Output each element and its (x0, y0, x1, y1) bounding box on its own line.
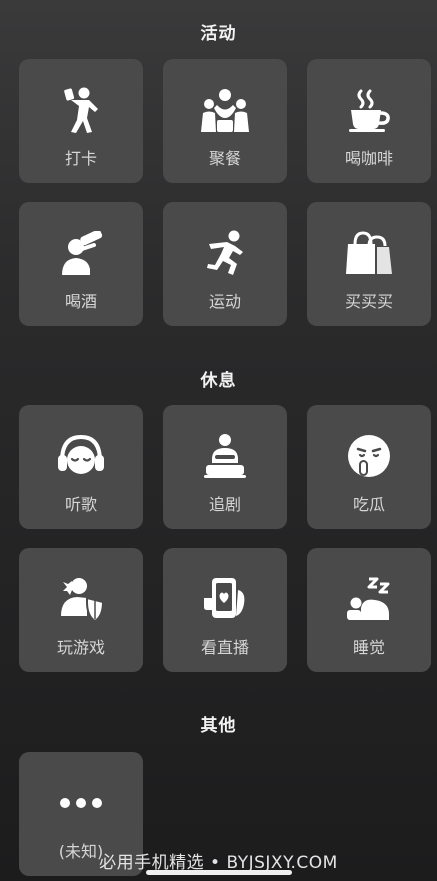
status-tile-group-dinner[interactable]: 聚餐 (163, 59, 287, 183)
sleeping-icon (307, 574, 431, 624)
status-label: 喝酒 (64, 292, 97, 311)
activity-grid: 打卡 聚餐 喝咖啡 喝酒 运动 买买买 (19, 59, 431, 326)
status-tile-gossip[interactable]: 吃瓜 (307, 405, 431, 529)
status-label: 打卡 (64, 149, 97, 168)
headphones-icon (19, 431, 143, 481)
gaming-shield-icon (19, 574, 143, 624)
status-tile-coffee[interactable]: 喝咖啡 (307, 59, 431, 183)
status-tile-sports[interactable]: 运动 (163, 202, 287, 326)
group-dinner-icon (163, 85, 287, 135)
shopping-bag-icon (307, 228, 431, 278)
section-title-rest: 休息 (200, 371, 237, 391)
status-label: 玩游戏 (56, 638, 105, 657)
status-label: 看直播 (200, 638, 249, 657)
status-tile-drinking[interactable]: 喝酒 (19, 202, 143, 326)
status-tile-live-stream[interactable]: 看直播 (163, 548, 287, 672)
status-label: 运动 (208, 292, 241, 311)
status-label: 听歌 (64, 495, 97, 514)
rest-grid: 听歌 追剧 吃瓜 玩游戏 看直播 睡觉 (19, 405, 431, 672)
shushing-face-icon (307, 431, 431, 481)
tv-watching-icon (163, 431, 287, 481)
status-tile-music[interactable]: 听歌 (19, 405, 143, 529)
status-label: 喝咖啡 (344, 149, 393, 168)
status-label: 聚餐 (208, 149, 241, 168)
status-label: 吃瓜 (352, 495, 385, 514)
drinking-icon (19, 228, 143, 278)
more-dots-icon (19, 778, 143, 828)
coffee-cup-icon (307, 85, 431, 135)
home-indicator[interactable] (146, 870, 292, 875)
check-in-icon (19, 85, 143, 135)
section-title-activity: 活动 (200, 24, 237, 44)
status-tile-shopping[interactable]: 买买买 (307, 202, 431, 326)
status-label: 追剧 (208, 495, 241, 514)
live-stream-phone-icon (163, 574, 287, 624)
status-label: 买买买 (344, 292, 393, 311)
section-title-other: 其他 (200, 716, 237, 736)
running-icon (163, 228, 287, 278)
status-tile-gaming[interactable]: 玩游戏 (19, 548, 143, 672)
status-tile-check-in[interactable]: 打卡 (19, 59, 143, 183)
status-tile-sleep[interactable]: 睡觉 (307, 548, 431, 672)
status-label: 睡觉 (352, 638, 385, 657)
status-tile-tv-series[interactable]: 追剧 (163, 405, 287, 529)
